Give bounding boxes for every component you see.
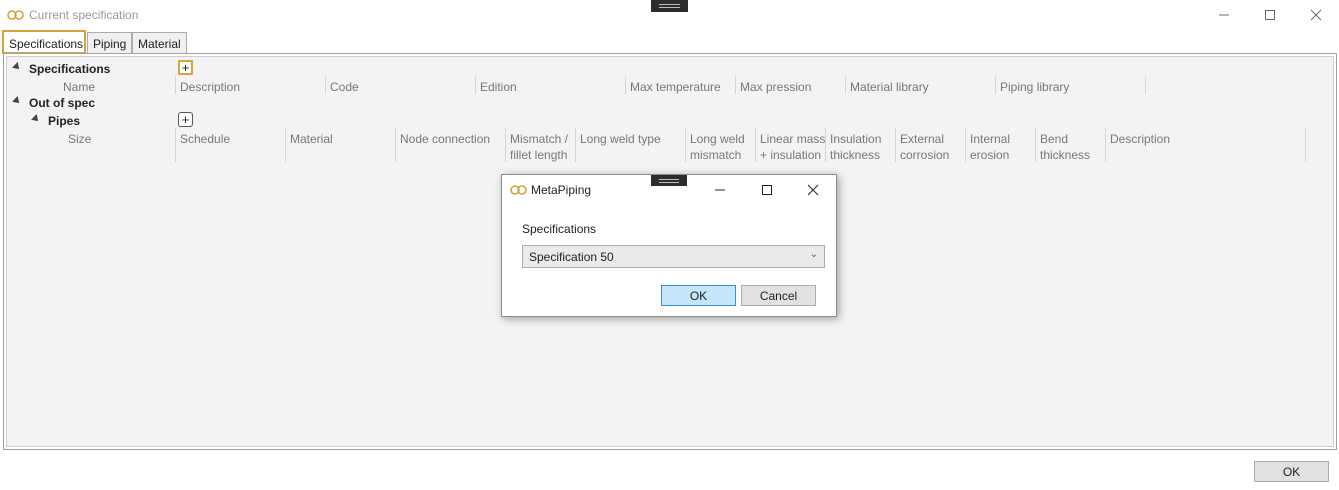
column-header-bend-thickness: Bend thickness	[1040, 132, 1091, 162]
minimize-icon	[1219, 14, 1229, 16]
expand-triangle-icon[interactable]	[31, 114, 41, 124]
app-logo-icon	[510, 185, 527, 195]
column-header-insulation-thickness: Insulation thickness	[830, 132, 882, 162]
column-divider[interactable]	[995, 76, 996, 94]
tree-node-out-of-spec[interactable]: Out of spec	[29, 96, 95, 110]
column-divider[interactable]	[845, 76, 846, 94]
column-header-max-pression: Max pression	[740, 80, 812, 94]
selected-specification: Specification 50	[529, 250, 614, 264]
add-specification-button[interactable]: +	[178, 60, 193, 75]
dialog-ok-button[interactable]: OK	[661, 285, 736, 306]
column-header-max-temperature: Max temperature	[630, 80, 721, 94]
column-header-mismatch-fillet-length: Mismatch / fillet length	[510, 132, 569, 162]
expand-triangle-icon[interactable]	[12, 96, 22, 106]
column-header-long-weld-mismatch: Long weld mismatch	[690, 132, 745, 162]
dialog-title: MetaPiping	[531, 183, 592, 197]
close-icon	[1310, 9, 1322, 21]
column-divider[interactable]	[1105, 128, 1106, 162]
select-specification-dialog: MetaPiping Specifications Specification …	[501, 174, 837, 317]
column-divider[interactable]	[395, 128, 396, 162]
tree-node-specifications[interactable]: Specifications	[29, 62, 110, 76]
column-divider[interactable]	[1035, 128, 1036, 162]
column-divider[interactable]	[175, 128, 176, 162]
minimize-icon	[715, 189, 725, 191]
add-pipe-button[interactable]: +	[178, 112, 193, 127]
column-header-material-library: Material library	[850, 80, 929, 94]
chevron-down-icon: ⌄	[809, 249, 818, 260]
column-divider[interactable]	[965, 128, 966, 162]
column-header-long-weld-type: Long weld type	[580, 132, 661, 146]
dialog-close-button[interactable]	[795, 178, 831, 202]
maximize-icon	[762, 185, 772, 195]
column-header-external-corrosion: External corrosion	[900, 132, 950, 162]
column-header-internal-erosion: Internal erosion	[970, 132, 1011, 162]
ok-button[interactable]: OK	[1254, 461, 1329, 482]
tab-material[interactable]: Material	[132, 32, 187, 54]
column-header-linear-mass-insulation: Linear mass + insulation	[760, 132, 826, 162]
column-divider[interactable]	[895, 128, 896, 162]
dialog-cancel-button[interactable]: Cancel	[741, 285, 816, 306]
expand-triangle-icon[interactable]	[12, 62, 22, 72]
column-header-material: Material	[290, 132, 333, 146]
column-divider[interactable]	[575, 128, 576, 162]
column-divider[interactable]	[175, 76, 176, 94]
plus-icon: +	[181, 112, 190, 127]
close-icon	[807, 184, 819, 196]
window-title: Current specification	[29, 8, 139, 22]
column-divider[interactable]	[755, 128, 756, 162]
app-logo-icon	[7, 10, 24, 20]
minimize-button[interactable]	[1201, 0, 1247, 30]
column-header-name: Name	[63, 80, 96, 94]
column-header-piping-library: Piping library	[1000, 80, 1070, 94]
column-header-description: Description	[180, 80, 241, 94]
column-divider[interactable]	[735, 76, 736, 94]
column-header-size: Size	[68, 132, 92, 146]
column-divider[interactable]	[685, 128, 686, 162]
dialog-maximize-button[interactable]	[749, 178, 785, 202]
drag-grip-handle[interactable]	[651, 0, 688, 12]
column-divider[interactable]	[285, 128, 286, 162]
close-button[interactable]	[1293, 0, 1339, 30]
column-divider[interactable]	[825, 128, 826, 162]
column-divider[interactable]	[325, 76, 326, 94]
maximize-icon	[1265, 10, 1275, 20]
column-divider[interactable]	[625, 76, 626, 94]
column-divider[interactable]	[1305, 128, 1306, 162]
column-header-code: Code	[330, 80, 359, 94]
specifications-label: Specifications	[522, 222, 597, 236]
dialog-drag-grip-handle[interactable]	[651, 175, 687, 186]
column-header-edition: Edition	[480, 80, 517, 94]
column-divider[interactable]	[505, 128, 506, 162]
column-header-description: Description	[1110, 132, 1171, 146]
tab-piping[interactable]: Piping	[87, 32, 132, 54]
tab-specifications[interactable]: Specifications	[2, 30, 86, 54]
title-bar: Current specification	[0, 0, 1339, 30]
column-header-node-connection: Node connection	[400, 132, 491, 146]
dialog-minimize-button[interactable]	[702, 178, 738, 202]
column-divider[interactable]	[1145, 76, 1146, 94]
maximize-button[interactable]	[1247, 0, 1293, 30]
plus-icon: +	[181, 60, 190, 75]
column-header-schedule: Schedule	[180, 132, 231, 146]
tree-node-pipes[interactable]: Pipes	[48, 114, 80, 128]
column-divider[interactable]	[475, 76, 476, 94]
specification-dropdown[interactable]: Specification 50 ⌄	[522, 245, 825, 268]
